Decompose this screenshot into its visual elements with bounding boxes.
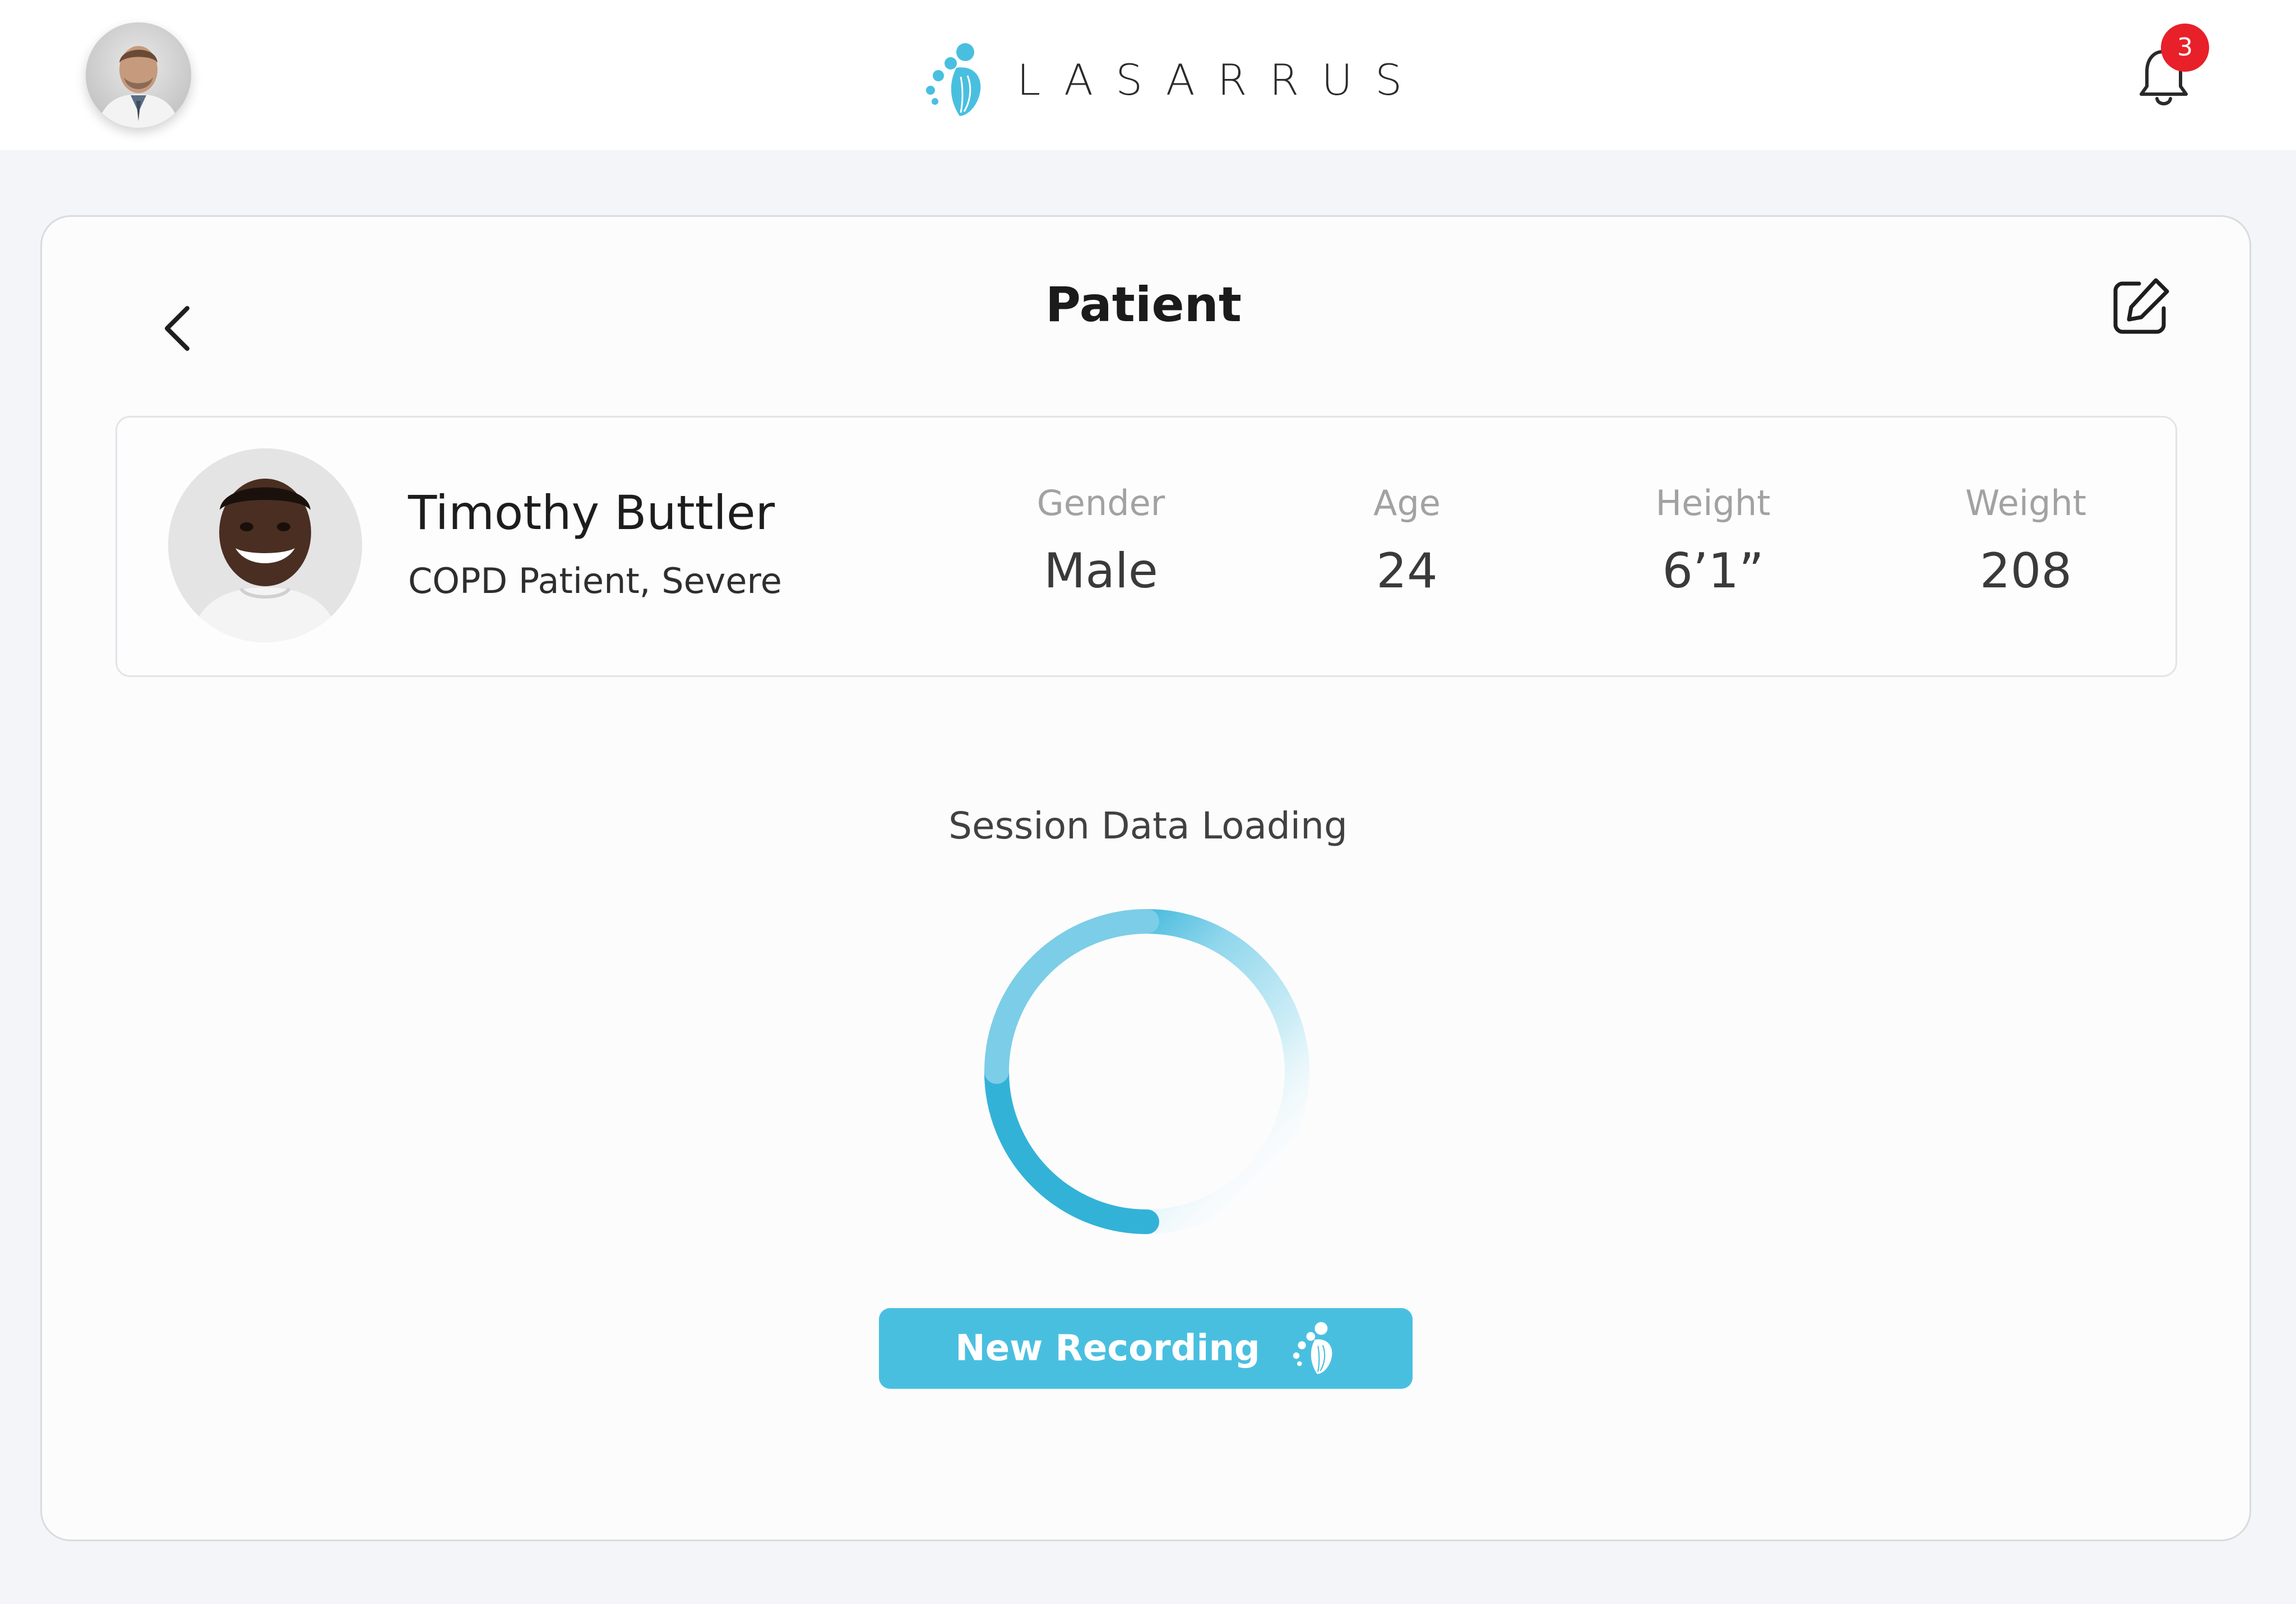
stat-label: Gender	[1036, 483, 1165, 523]
lasarrus-logo-icon	[1293, 1322, 1332, 1374]
new-recording-label: New Recording	[955, 1328, 1260, 1369]
page-title: Patient	[1045, 277, 1242, 333]
session-loading-label: Session Data Loading	[948, 804, 1348, 847]
patient-avatar	[168, 448, 362, 642]
stat-height: Height 6’1”	[1590, 476, 1836, 602]
stat-value: 24	[1376, 543, 1438, 599]
chevron-left-icon	[165, 306, 189, 351]
patient-photo	[168, 448, 362, 642]
user-avatar[interactable]	[86, 22, 191, 128]
stat-value: Male	[1044, 543, 1158, 599]
notification-count-badge: 3	[2161, 24, 2209, 72]
brand-name: LASARRUS	[1017, 55, 1425, 105]
edit-patient-button[interactable]	[2110, 276, 2172, 337]
loading-spinner	[984, 909, 1309, 1234]
stat-value: 6’1”	[1662, 543, 1764, 599]
doctor-avatar-image	[86, 22, 191, 128]
stat-weight: Weight 208	[1902, 476, 2149, 602]
stat-label: Age	[1373, 483, 1441, 523]
new-recording-button[interactable]: New Recording	[879, 1308, 1413, 1389]
brand-logo[interactable]: LASARRUS	[924, 38, 1424, 122]
stat-label: Weight	[1965, 483, 2086, 523]
lasarrus-logo-icon	[926, 43, 981, 116]
stat-age: Age 24	[1284, 476, 1530, 602]
stat-value: 208	[1979, 543, 2072, 599]
stat-gender: Gender Male	[978, 476, 1224, 602]
stat-label: Height	[1655, 483, 1771, 523]
patient-condition: COPD Patient, Severe	[408, 560, 782, 601]
patient-name: Timothy Buttler	[408, 485, 775, 540]
back-button[interactable]	[150, 300, 206, 356]
edit-icon	[2113, 278, 2169, 334]
